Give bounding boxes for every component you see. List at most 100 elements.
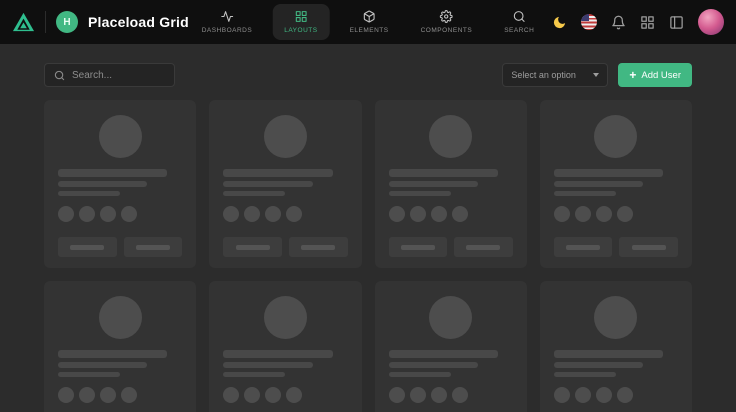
text-line-placeholder	[58, 181, 147, 187]
nav-item-dashboards[interactable]: DASHBOARDS	[190, 4, 265, 40]
avatar-dot-placeholder	[617, 206, 633, 222]
text-line-placeholder	[223, 362, 312, 368]
avatar-dot-placeholder	[575, 387, 591, 403]
avatar-dot-placeholder	[596, 387, 612, 403]
text-line-placeholder	[389, 181, 478, 187]
app-logo-icon[interactable]	[12, 11, 35, 34]
placeload-card	[44, 281, 196, 412]
content-toolbar: Select an option + Add User	[44, 63, 692, 87]
nav-item-elements[interactable]: ELEMENTS	[338, 4, 401, 40]
user-avatar[interactable]	[698, 9, 724, 35]
text-line-placeholder	[389, 350, 498, 358]
us-flag-icon[interactable]	[581, 14, 597, 30]
avatar-dot-placeholder	[100, 387, 116, 403]
activity-icon	[220, 10, 233, 23]
nav-item-label: SEARCH	[504, 27, 534, 34]
toolbar-right: Select an option + Add User	[502, 63, 692, 87]
brand-divider	[45, 11, 46, 33]
layout-grid-icon	[294, 10, 307, 23]
search-input[interactable]	[72, 70, 165, 81]
apps-grid-icon[interactable]	[640, 15, 655, 30]
search-icon	[513, 10, 526, 23]
page-title: Placeload Grid	[88, 14, 189, 30]
avatar-group-placeholder	[223, 387, 347, 403]
button-placeholder	[619, 237, 678, 257]
text-line-placeholder	[58, 372, 120, 377]
nav-item-label: ELEMENTS	[350, 27, 389, 34]
button-group-placeholder	[389, 237, 513, 257]
avatar-dot-placeholder	[452, 206, 468, 222]
avatar-placeholder	[429, 115, 472, 158]
avatar-dot-placeholder	[265, 387, 281, 403]
placeload-card	[375, 281, 527, 412]
avatar-placeholder	[429, 296, 472, 339]
avatar-group-placeholder	[223, 206, 347, 222]
button-placeholder	[58, 237, 117, 257]
nav-item-label: DASHBOARDS	[202, 27, 253, 34]
avatar-group-placeholder	[58, 206, 182, 222]
placeload-card	[44, 100, 196, 268]
avatar-group-placeholder	[389, 206, 513, 222]
nav-item-components[interactable]: COMPONENTS	[409, 4, 485, 40]
text-line-placeholder	[58, 350, 167, 358]
placeload-card	[540, 281, 692, 412]
button-group-placeholder	[58, 237, 182, 257]
avatar-dot-placeholder	[244, 387, 260, 403]
avatar-dot-placeholder	[79, 206, 95, 222]
avatar-dot-placeholder	[244, 206, 260, 222]
avatar-dot-placeholder	[58, 206, 74, 222]
avatar-placeholder	[99, 296, 142, 339]
nav-item-label: COMPONENTS	[421, 27, 473, 34]
button-placeholder	[124, 237, 183, 257]
sidebar-panel-icon[interactable]	[669, 15, 684, 30]
avatar-placeholder	[594, 296, 637, 339]
dark-mode-moon-icon[interactable]	[552, 15, 567, 30]
search-icon	[54, 70, 65, 81]
text-line-placeholder	[554, 350, 663, 358]
add-user-button[interactable]: + Add User	[618, 63, 692, 87]
avatar-group-placeholder	[554, 206, 678, 222]
placeload-card	[375, 100, 527, 268]
button-placeholder	[289, 237, 348, 257]
button-placeholder	[389, 237, 448, 257]
brand: H Placeload Grid	[12, 11, 189, 34]
text-line-placeholder	[58, 169, 167, 177]
text-line-placeholder	[223, 169, 332, 177]
text-line-placeholder	[223, 350, 332, 358]
avatar-group-placeholder	[554, 387, 678, 403]
text-line-placeholder	[223, 372, 285, 377]
placeload-card	[540, 100, 692, 268]
text-line-placeholder	[554, 169, 663, 177]
button-group-placeholder	[554, 237, 678, 257]
avatar-dot-placeholder	[223, 206, 239, 222]
navbar-right-tools	[552, 9, 724, 35]
avatar-dot-placeholder	[596, 206, 612, 222]
avatar-dot-placeholder	[286, 387, 302, 403]
text-line-placeholder	[389, 372, 451, 377]
avatar-dot-placeholder	[121, 387, 137, 403]
brand-avatar: H	[56, 11, 78, 33]
box-icon	[363, 10, 376, 23]
main-nav: DASHBOARDS LAYOUTS ELEMENTS COMPONENTS S…	[190, 0, 547, 44]
avatar-placeholder	[594, 115, 637, 158]
gear-icon	[440, 10, 453, 23]
text-line-placeholder	[554, 362, 643, 368]
avatar-dot-placeholder	[389, 387, 405, 403]
avatar-dot-placeholder	[223, 387, 239, 403]
avatar-dot-placeholder	[554, 206, 570, 222]
avatar-dot-placeholder	[431, 387, 447, 403]
nav-item-search[interactable]: SEARCH	[492, 4, 546, 40]
bell-icon[interactable]	[611, 15, 626, 30]
text-line-placeholder	[389, 191, 451, 196]
button-group-placeholder	[223, 237, 347, 257]
placeload-card	[209, 100, 361, 268]
avatar-placeholder	[264, 296, 307, 339]
avatar-dot-placeholder	[79, 387, 95, 403]
nav-item-layouts[interactable]: LAYOUTS	[272, 4, 329, 40]
chevron-down-icon	[593, 73, 599, 77]
option-select[interactable]: Select an option	[502, 63, 608, 87]
avatar-dot-placeholder	[410, 387, 426, 403]
avatar-dot-placeholder	[121, 206, 137, 222]
avatar-dot-placeholder	[286, 206, 302, 222]
text-line-placeholder	[554, 372, 616, 377]
